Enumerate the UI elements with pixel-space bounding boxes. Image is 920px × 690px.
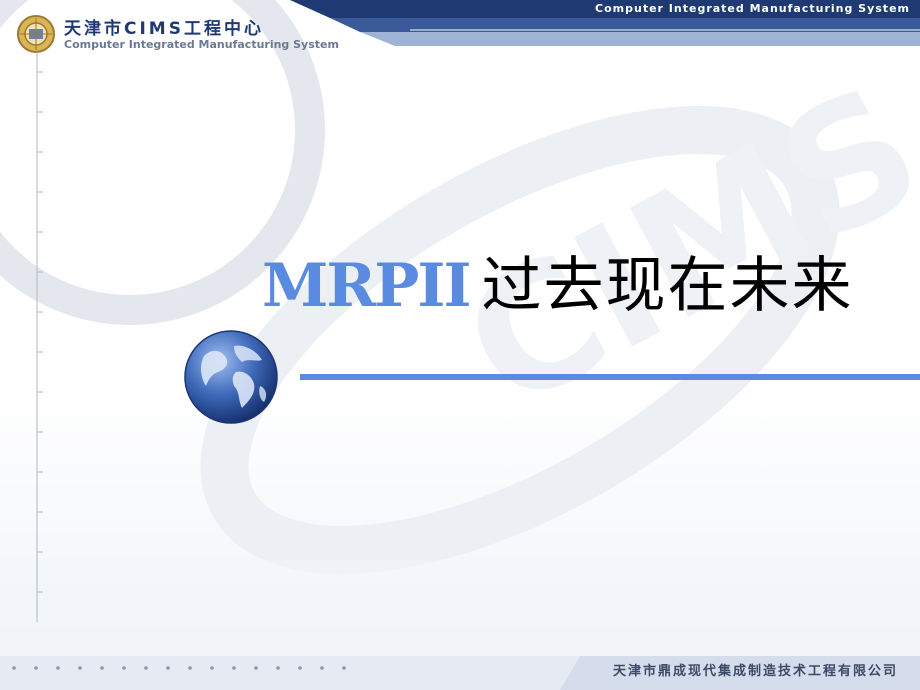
cims-watermark: CIMS xyxy=(0,0,920,660)
cims-logo-icon xyxy=(17,15,55,53)
footer-company: 天津市鼎成现代集成制造技术工程有限公司 xyxy=(612,664,898,679)
title-english: MRPII xyxy=(262,251,472,321)
header-band-text: Computer Integrated Manufacturing System xyxy=(595,2,910,15)
title-chinese: 过去现在未来 xyxy=(481,251,854,321)
org-subtitle: Computer Integrated Manufacturing System xyxy=(64,38,339,51)
slide: CIMS Computer Integrated Manufacturing S… xyxy=(0,0,920,690)
globe-icon xyxy=(184,330,278,424)
org-name: 天津市CIMS工程中心 xyxy=(64,19,264,39)
slide-title: MRPII 过去现在未来 xyxy=(262,256,854,316)
title-underline xyxy=(300,374,920,380)
left-ruler xyxy=(36,52,43,622)
